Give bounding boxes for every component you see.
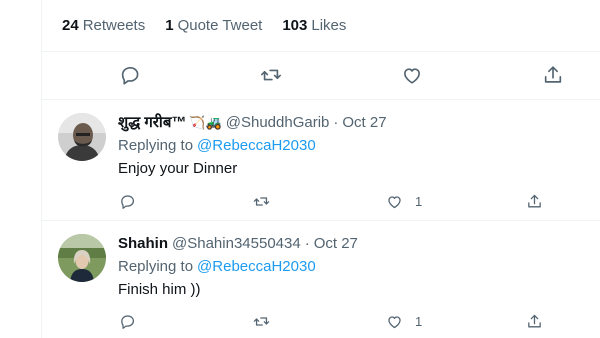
reply-icon — [121, 67, 139, 85]
avatar[interactable] — [58, 113, 106, 161]
share-button[interactable] — [526, 191, 543, 211]
avatar[interactable] — [58, 234, 106, 282]
heart-icon — [388, 195, 401, 208]
reply-button[interactable] — [119, 311, 136, 331]
retweet-button[interactable] — [253, 191, 270, 211]
retweet-icon — [261, 69, 281, 81]
retweet-button[interactable] — [260, 64, 284, 88]
tweet-stats-bar: 24 Retweets 1 Quote Tweet 103 Likes — [42, 0, 600, 52]
display-name[interactable]: शुद्ध गरीब™ — [118, 113, 186, 133]
quote-tweets-label: Quote Tweet — [177, 17, 263, 34]
quote-tweets-stat[interactable]: 1 Quote Tweet — [165, 17, 262, 34]
likes-label: Likes — [311, 17, 347, 34]
replying-to-line: Replying to @RebeccaH2030 — [118, 257, 591, 277]
retweet-icon — [253, 196, 270, 206]
reply-tweet[interactable]: शुद्ध गरीब™ 🏹🚜 @ShuddhGarib · Oct 27 Rep… — [42, 101, 600, 221]
tweet-date[interactable]: Oct 27 — [314, 234, 358, 254]
retweet-button[interactable] — [253, 311, 270, 331]
name-emoji: 🏹🚜 — [189, 115, 222, 130]
tweet-text: Enjoy your Dinner — [118, 160, 238, 177]
likes-stat[interactable]: 103 Likes — [282, 17, 346, 34]
reply-button[interactable] — [119, 64, 143, 88]
like-button[interactable]: 1 — [386, 191, 422, 211]
user-handle[interactable]: @Shahin34550434 — [172, 234, 301, 254]
like-count: 1 — [415, 193, 423, 209]
reply-button[interactable] — [119, 191, 136, 211]
reply-header: शुद्ध गरीब™ 🏹🚜 @ShuddhGarib · Oct 27 — [118, 113, 591, 133]
quote-tweets-count: 1 — [165, 17, 174, 34]
share-button[interactable] — [526, 311, 543, 331]
like-button[interactable] — [401, 64, 425, 88]
tweet-thread-column: 24 Retweets 1 Quote Tweet 103 Likes शुद्… — [41, 0, 600, 338]
like-count: 1 — [415, 313, 423, 329]
share-button[interactable] — [542, 64, 566, 88]
mention-link[interactable]: @RebeccaH2030 — [197, 258, 316, 275]
tweet-date[interactable]: Oct 27 — [342, 113, 386, 133]
tweet-text: Finish him )) — [118, 281, 201, 298]
retweet-icon — [253, 316, 270, 326]
share-icon — [528, 194, 541, 207]
replying-to-line: Replying to @RebeccaH2030 — [118, 136, 591, 156]
reply-body: शुद्ध गरीब™ 🏹🚜 @ShuddhGarib · Oct 27 Rep… — [118, 113, 591, 179]
likes-count: 103 — [282, 17, 308, 34]
reply-icon — [121, 194, 135, 209]
share-icon — [544, 66, 562, 83]
user-handle[interactable]: @ShuddhGarib — [226, 113, 330, 133]
heart-icon — [388, 315, 401, 328]
replying-to-label: Replying to — [118, 137, 194, 154]
replying-to-label: Replying to — [118, 258, 194, 275]
separator-dot: · — [333, 114, 339, 131]
main-tweet-actions — [42, 52, 600, 100]
avatar-image — [58, 234, 106, 282]
reply-icon — [121, 314, 135, 329]
heart-icon — [404, 68, 420, 84]
avatar-image — [58, 113, 106, 161]
retweets-count: 24 — [62, 17, 79, 34]
reply-tweet[interactable]: Shahin @Shahin34550434 · Oct 27 Replying… — [42, 222, 600, 338]
reply-actions: 1 — [118, 311, 591, 331]
reply-header: Shahin @Shahin34550434 · Oct 27 — [118, 234, 591, 254]
display-name[interactable]: Shahin — [118, 234, 168, 254]
reply-actions: 1 — [118, 191, 591, 211]
reply-body: Shahin @Shahin34550434 · Oct 27 Replying… — [118, 234, 591, 300]
retweets-label: Retweets — [82, 17, 146, 34]
retweets-stat[interactable]: 24 Retweets — [62, 17, 145, 34]
separator-dot: · — [304, 235, 310, 252]
like-button[interactable]: 1 — [386, 311, 422, 331]
share-icon — [528, 314, 541, 327]
mention-link[interactable]: @RebeccaH2030 — [197, 137, 316, 154]
